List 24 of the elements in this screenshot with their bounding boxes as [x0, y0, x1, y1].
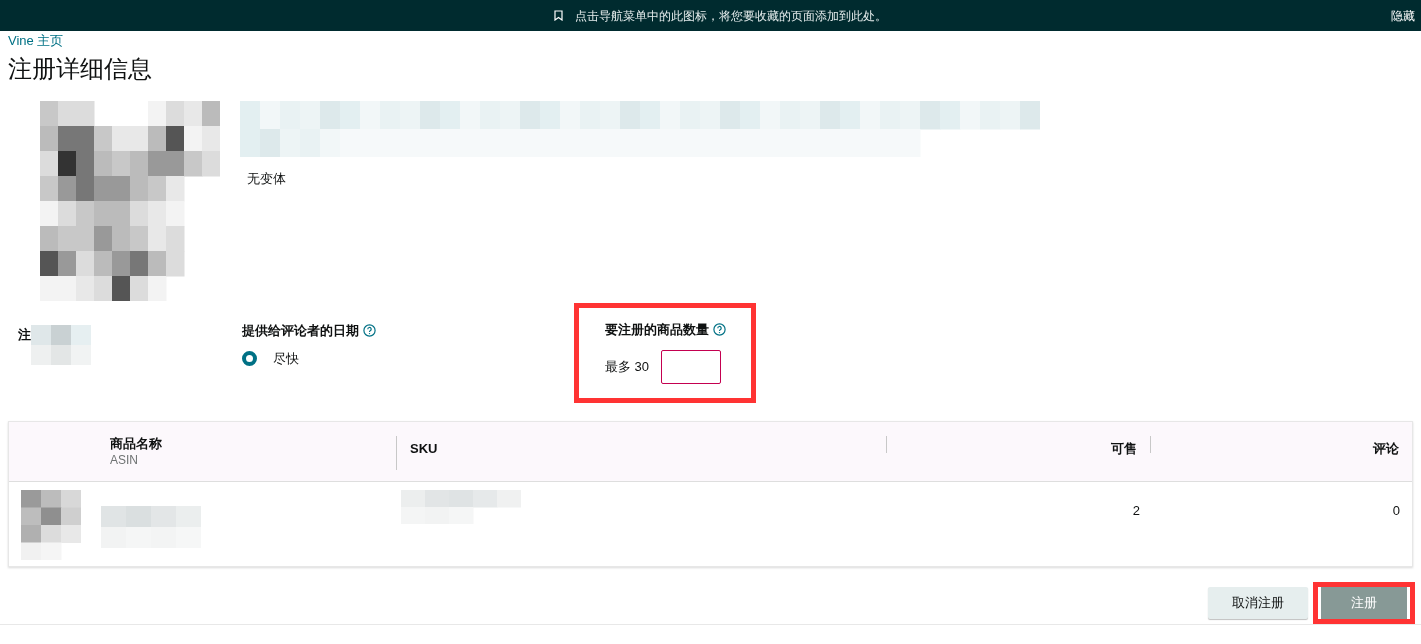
limit-text: 最多 30 [605, 357, 650, 376]
radio-button[interactable] [242, 350, 257, 366]
table-cell: 2 [1132, 503, 1140, 518]
column-header[interactable]: 商品名称 [110, 436, 162, 452]
field-label: 要注册的商品数量 [605, 321, 709, 339]
banner-message: 点击导航菜单中的此图标，将您要收藏的页面添加到此处。 [575, 7, 887, 25]
field-label: 注 [18, 326, 31, 344]
column-header[interactable]: 可售 [1111, 441, 1137, 456]
variation-text: 无变体 [247, 170, 287, 188]
column-header[interactable]: SKU [410, 441, 438, 456]
column-header[interactable]: 评论 [1373, 441, 1399, 456]
table-cell: 0 [1392, 503, 1400, 518]
help-icon[interactable] [713, 323, 726, 337]
radio-label: 尽快 [273, 349, 299, 368]
field-label: 提供给评论者的日期 [242, 322, 359, 340]
hide-link[interactable]: 隐藏 [1391, 6, 1421, 25]
bookmark-icon [554, 10, 563, 21]
column-subheader: ASIN [110, 452, 138, 468]
home-link[interactable]: Vine 主页 [8, 33, 64, 49]
quantity-input[interactable] [661, 349, 722, 384]
help-icon[interactable] [363, 324, 376, 338]
page-title: 注册详细信息 [8, 54, 153, 84]
blurred-text [31, 325, 91, 365]
cancel-button[interactable]: 取消注册 [1208, 586, 1308, 619]
